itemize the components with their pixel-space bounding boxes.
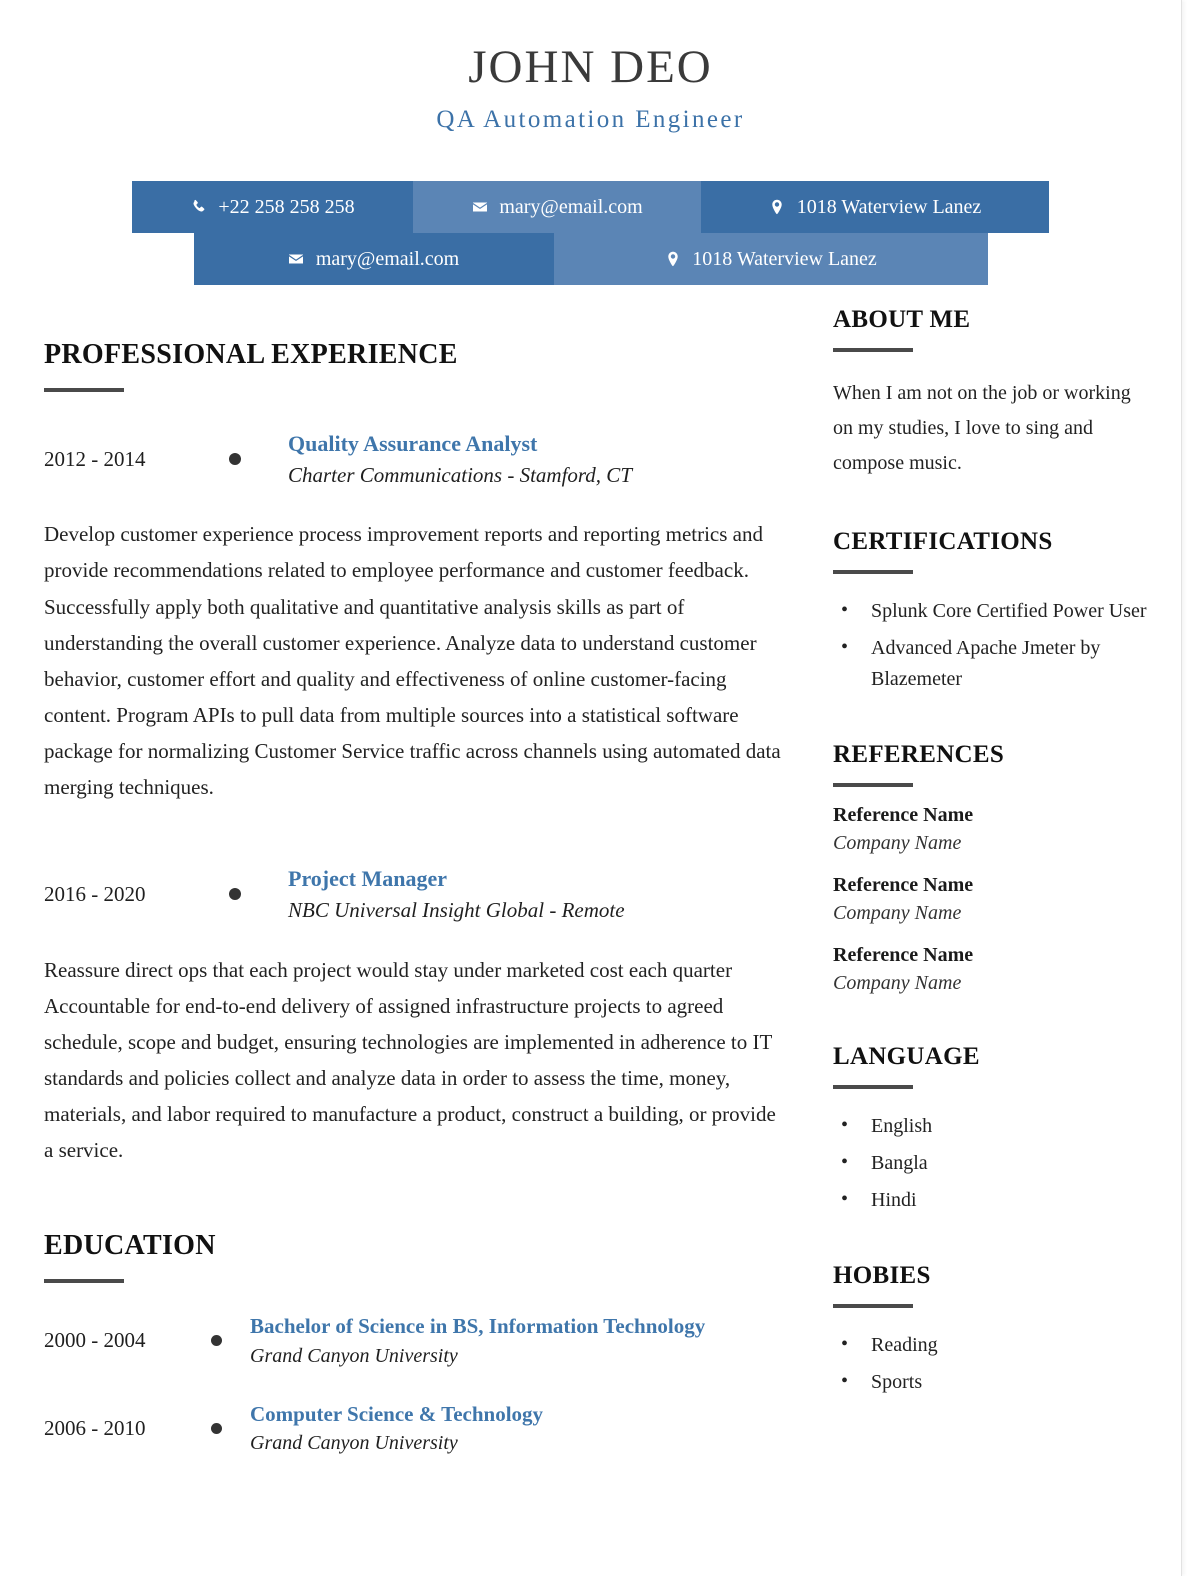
contact-chip-label: +22 258 258 258: [218, 195, 355, 218]
experience-text: Project Manager NBC Universal Insight Gl…: [274, 863, 790, 925]
section-about-me: ABOUT ME When I am not on the job or wor…: [833, 306, 1150, 482]
page-title: JOHN DEO: [468, 41, 713, 93]
reference-name: Reference Name: [833, 873, 974, 896]
experience-entry: 2016 - 2020 Project Manager NBC Universa…: [44, 863, 790, 925]
contact-chip-phone[interactable]: +22 258 258 258: [132, 181, 413, 234]
section-heading: HOBIES: [833, 1261, 931, 1289]
language-list: English Bangla Hindi: [833, 1110, 1150, 1216]
heading-rule: [833, 569, 913, 574]
section-heading: PROFESSIONAL EXPERIENCE: [44, 339, 458, 371]
experience-date: 2016 - 2020: [44, 881, 146, 906]
section-heading: LANGUAGE: [833, 1042, 980, 1070]
section-heading: ABOUT ME: [833, 306, 971, 334]
reference-company: Company Name: [833, 901, 962, 924]
section-heading: CERTIFICATIONS: [833, 527, 1053, 555]
contact-chip-label: 1018 Waterview Lanez: [796, 195, 982, 218]
location-pin-icon: [664, 251, 681, 268]
experience-org: Charter Communications - Stamford, CT: [288, 462, 632, 487]
section-education: EDUCATION 2000 - 2004 Bachelor of Scienc…: [44, 1230, 790, 1458]
list-item: Hindi: [833, 1184, 1150, 1216]
education-degree: Computer Science & Technology: [250, 1401, 544, 1426]
education-date: 2006 - 2010: [44, 1415, 146, 1440]
list-item: Splunk Core Certified Power User: [833, 595, 1150, 627]
experience-entry: 2012 - 2014 Quality Assurance Analyst Ch…: [44, 428, 790, 490]
education-entry: 2000 - 2004 Bachelor of Science in BS, I…: [44, 1311, 790, 1370]
main-column: PROFESSIONAL EXPERIENCE 2012 - 2014 Qual…: [44, 339, 790, 1458]
section-certifications: CERTIFICATIONS Splunk Core Certified Pow…: [833, 528, 1150, 695]
experience-date: 2012 - 2014: [44, 446, 146, 471]
contact-row-1: +22 258 258 258 mary@email.com 1018 Wate…: [132, 181, 1049, 234]
reference-name: Reference Name: [833, 943, 974, 966]
experience-role: Quality Assurance Analyst: [288, 431, 538, 457]
bullet-icon: [229, 888, 241, 901]
experience-description: Reassure direct ops that each project wo…: [44, 957, 776, 1163]
bullet-icon: [229, 453, 241, 466]
list-item: Reading: [833, 1329, 1150, 1361]
bullet-icon: [210, 1422, 222, 1434]
experience-text: Quality Assurance Analyst Charter Commun…: [274, 428, 790, 490]
contact-chip-label: mary@email.com: [315, 247, 460, 270]
experience-org: NBC Universal Insight Global - Remote: [288, 898, 625, 923]
timeline-marker: [196, 1335, 236, 1347]
bullet-icon: [210, 1335, 222, 1347]
education-school: Grand Canyon University: [250, 1344, 458, 1367]
heading-rule: [44, 388, 124, 393]
education-entry: 2006 - 2010 Computer Science & Technolog…: [44, 1399, 790, 1458]
list-item: Bangla: [833, 1147, 1150, 1179]
contact-chip-address[interactable]: 1018 Waterview Lanez: [701, 181, 1049, 234]
contact-chip-label: 1018 Waterview Lanez: [692, 247, 877, 270]
experience-description: Develop customer experience process impr…: [44, 522, 781, 800]
list-item: English: [833, 1110, 1150, 1142]
timeline-marker: [196, 888, 274, 901]
education-date: 2000 - 2004: [44, 1328, 146, 1353]
heading-rule: [833, 1084, 913, 1089]
resume-header: JOHN DEO QA Automation Engineer: [0, 0, 1181, 134]
reference-company: Company Name: [833, 971, 962, 994]
heading-rule: [44, 1279, 124, 1284]
education-text: Computer Science & Technology Grand Cany…: [236, 1399, 790, 1458]
phone-icon: [190, 199, 207, 216]
resume-page: JOHN DEO QA Automation Engineer +22 258 …: [0, 0, 1182, 1576]
section-heading: EDUCATION: [44, 1230, 216, 1262]
section-references: REFERENCES Reference Name Company Name R…: [833, 741, 1150, 997]
certifications-list: Splunk Core Certified Power User Advance…: [833, 595, 1150, 695]
contact-bar: +22 258 258 258 mary@email.com 1018 Wate…: [0, 181, 1181, 286]
contact-row-2: mary@email.com 1018 Waterview Lanez: [193, 233, 988, 286]
sidebar-column: ABOUT ME When I am not on the job or wor…: [790, 306, 1150, 1458]
education-text: Bachelor of Science in BS, Information T…: [236, 1311, 790, 1370]
reference-item: Reference Name Company Name: [833, 801, 1150, 857]
hobbies-list: Reading Sports: [833, 1329, 1150, 1398]
timeline-marker: [196, 453, 274, 466]
envelope-icon: [471, 199, 488, 216]
reference-item: Reference Name Company Name: [833, 871, 1150, 927]
reference-name: Reference Name: [833, 803, 974, 826]
resume-body: PROFESSIONAL EXPERIENCE 2012 - 2014 Qual…: [0, 306, 1181, 1458]
section-professional-experience: PROFESSIONAL EXPERIENCE 2012 - 2014 Qual…: [44, 339, 790, 1168]
timeline-marker: [196, 1422, 236, 1434]
reference-item: Reference Name Company Name: [833, 941, 1150, 997]
contact-chip-email-secondary[interactable]: mary@email.com: [193, 233, 554, 286]
section-heading: REFERENCES: [833, 740, 1005, 768]
heading-rule: [833, 1303, 913, 1308]
contact-chip-address-secondary[interactable]: 1018 Waterview Lanez: [553, 233, 988, 286]
contact-chip-label: mary@email.com: [499, 195, 643, 218]
reference-company: Company Name: [833, 831, 962, 854]
contact-chip-email[interactable]: mary@email.com: [413, 181, 701, 234]
envelope-icon: [288, 251, 305, 268]
heading-rule: [833, 782, 913, 787]
job-subtitle: QA Automation Engineer: [436, 106, 745, 134]
list-item: Advanced Apache Jmeter by Blazemeter: [833, 632, 1150, 695]
education-degree: Bachelor of Science in BS, Information T…: [250, 1314, 706, 1339]
section-language: LANGUAGE English Bangla Hindi: [833, 1043, 1150, 1216]
section-hobbies: HOBIES Reading Sports: [833, 1262, 1150, 1398]
list-item: Sports: [833, 1366, 1150, 1398]
location-pin-icon: [769, 199, 786, 216]
heading-rule: [833, 348, 913, 353]
education-school: Grand Canyon University: [250, 1432, 458, 1455]
experience-role: Project Manager: [288, 866, 448, 892]
about-me-text: When I am not on the job or working on m…: [833, 382, 1131, 475]
